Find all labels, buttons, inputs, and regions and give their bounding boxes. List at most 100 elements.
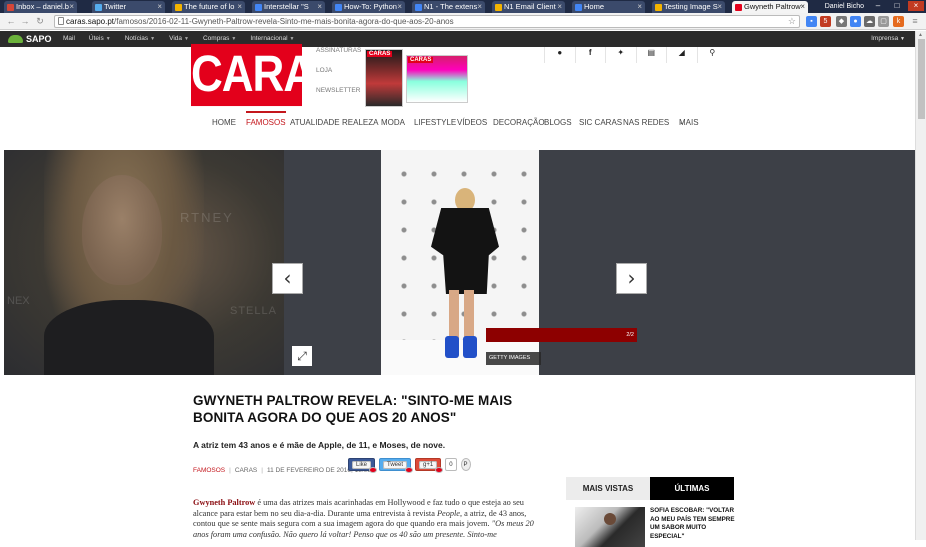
- tab-ultimas[interactable]: ÚLTIMAS: [650, 477, 734, 500]
- magazine-cover[interactable]: CARAS: [406, 55, 468, 103]
- chevron-down-icon: ▼: [289, 36, 295, 42]
- menu-icon[interactable]: ≡: [910, 16, 920, 26]
- nav-nas-redes[interactable]: NAS REDES: [623, 111, 669, 135]
- scrollbar-thumb[interactable]: [918, 39, 925, 119]
- nav-sic-caras[interactable]: SIC CARAS: [579, 111, 622, 135]
- chevron-down-icon: ▼: [105, 36, 111, 42]
- gallery-next-button[interactable]: ›: [616, 263, 647, 294]
- nav-realeza[interactable]: REALEZA: [342, 111, 378, 135]
- nav-atualidade[interactable]: ATUALIDADE: [290, 111, 340, 135]
- nav-decoracao[interactable]: DECORAÇÃO: [493, 111, 545, 135]
- scroll-up-icon[interactable]: ▲: [918, 32, 923, 38]
- extension-icon[interactable]: k: [893, 16, 904, 27]
- facebook-like-button[interactable]: Like: [348, 458, 378, 473]
- close-tab-icon[interactable]: ×: [397, 1, 402, 13]
- nav-famosos[interactable]: FAMOSOS: [246, 111, 286, 133]
- back-icon[interactable]: ←: [6, 16, 16, 26]
- caras-logo[interactable]: CARAS: [191, 43, 343, 107]
- extension-icon[interactable]: ◆: [836, 16, 847, 27]
- maximize-icon[interactable]: □: [889, 1, 905, 11]
- chevron-down-icon: ⌄: [679, 120, 685, 126]
- search-icon[interactable]: ⚲: [696, 47, 728, 63]
- browser-tab[interactable]: N1 Email Client ×: [492, 1, 565, 13]
- link-newsletter[interactable]: NEWSLETTER: [316, 87, 361, 107]
- extension-badge-icon[interactable]: 5: [820, 16, 831, 27]
- newsletter-icon[interactable]: ▤: [635, 47, 667, 63]
- forward-icon[interactable]: →: [20, 16, 30, 26]
- close-tab-icon[interactable]: ×: [157, 1, 162, 13]
- photo-gallery: RTNEY NEX STELLA ‹ › 2/2 GETTY IMAGES ⤢: [4, 150, 915, 375]
- nav-home[interactable]: HOME: [212, 111, 236, 135]
- sidebar-tabs: MAIS VISTAS ÚLTIMAS: [566, 477, 736, 500]
- browser-tab[interactable]: N1 - The extens ×: [412, 1, 485, 13]
- sidebar-item[interactable]: SOFIA ESCOBAR: "VOLTAR AO MEU PAÍS TEM S…: [575, 507, 735, 547]
- facebook-icon[interactable]: f: [574, 47, 606, 63]
- sapo-link-uteis[interactable]: Úteis ▼: [89, 31, 111, 47]
- sapo-link-mail[interactable]: Mail: [63, 31, 75, 47]
- browser-tab[interactable]: Home ×: [572, 1, 645, 13]
- tweet-button[interactable]: Tweet: [379, 458, 414, 473]
- sidebar-thumbnail[interactable]: [575, 507, 645, 547]
- page-info-icon[interactable]: [58, 17, 64, 25]
- google-plus-button[interactable]: g+1: [415, 458, 444, 473]
- expand-icon[interactable]: ⤢: [292, 346, 312, 366]
- sapo-link-noticias[interactable]: Notícias ▼: [125, 31, 155, 47]
- page-scrollbar[interactable]: ▲: [915, 31, 926, 540]
- address-bar-row: ← → ↻ caras.sapo.pt/famosos/2016-02-11-G…: [0, 13, 926, 30]
- nav-lifestyle[interactable]: LIFESTYLE: [414, 111, 456, 135]
- browser-tab[interactable]: Testing Image S ×: [652, 1, 725, 13]
- close-window-icon[interactable]: ×: [908, 1, 924, 11]
- close-tab-icon[interactable]: ×: [800, 1, 805, 13]
- close-tab-icon[interactable]: ×: [237, 1, 242, 13]
- extension-icon[interactable]: ●: [850, 16, 861, 27]
- close-tab-icon[interactable]: ×: [717, 1, 722, 13]
- twitter-icon[interactable]: ✦: [605, 47, 636, 63]
- minimize-icon[interactable]: –: [870, 1, 886, 11]
- reload-icon[interactable]: ↻: [35, 16, 45, 26]
- page-icon: [415, 4, 422, 11]
- browser-tab[interactable]: Twitter ×: [92, 1, 165, 13]
- url-input[interactable]: caras.sapo.pt/famosos/2016-02-11-Gwyneth…: [54, 15, 800, 28]
- browser-tab[interactable]: How-To: Python ×: [332, 1, 405, 13]
- page-icon: [575, 4, 582, 11]
- pinterest-icon[interactable]: P: [460, 458, 471, 471]
- nav-moda[interactable]: MODA: [381, 111, 405, 135]
- gmail-icon: [7, 4, 14, 11]
- close-tab-icon[interactable]: ×: [637, 1, 642, 13]
- link-loja[interactable]: LOJA: [316, 67, 361, 87]
- rss-icon[interactable]: ◢: [666, 47, 697, 63]
- link-assinaturas[interactable]: ASSINATURAS: [316, 47, 361, 67]
- nav-blogs[interactable]: BLOGS: [544, 111, 572, 135]
- chevron-down-icon: ▼: [231, 36, 237, 42]
- close-tab-icon[interactable]: ×: [317, 1, 322, 13]
- tab-mais-vistas[interactable]: MAIS VISTAS: [566, 477, 650, 500]
- gallery-prev-button[interactable]: ‹: [272, 263, 303, 294]
- chevron-down-icon: ▼: [184, 36, 189, 42]
- sapo-link-vida[interactable]: Vida ▼: [169, 31, 189, 47]
- close-tab-icon[interactable]: ×: [477, 1, 482, 13]
- sapo-link-imprensa[interactable]: Imprensa ▼: [871, 31, 905, 47]
- browser-tab[interactable]: The future of lo ×: [172, 1, 245, 13]
- gallery-counter: 2/2: [486, 328, 637, 342]
- sidebar-item-title[interactable]: SOFIA ESCOBAR: "VOLTAR AO MEU PAÍS TEM S…: [650, 507, 738, 541]
- user-icon[interactable]: ●: [544, 47, 575, 63]
- article-category[interactable]: FAMOSOS: [193, 467, 225, 474]
- extension-icon[interactable]: ☁: [864, 16, 875, 27]
- close-tab-icon[interactable]: ×: [557, 1, 562, 13]
- magazine-cover[interactable]: CARAS: [365, 49, 403, 107]
- share-count: 0: [445, 458, 457, 471]
- browser-tab[interactable]: Interstellar "S ×: [252, 1, 325, 13]
- page-icon: [655, 4, 662, 11]
- profile-name[interactable]: Daniel Bicho: [825, 1, 864, 12]
- close-tab-icon[interactable]: ×: [69, 1, 74, 13]
- extension-icon[interactable]: ▢: [878, 16, 889, 27]
- gallery-side-photo[interactable]: RTNEY NEX STELLA: [4, 150, 284, 375]
- sapo-logo[interactable]: SAPO: [8, 33, 52, 45]
- person-link[interactable]: Gwyneth Paltrow: [193, 498, 255, 507]
- extension-icon[interactable]: ▪: [806, 16, 817, 27]
- article-body: Gwyneth Paltrow é uma das atrizes mais a…: [193, 498, 534, 539]
- bookmark-star-icon[interactable]: ☆: [788, 16, 796, 27]
- nav-videos[interactable]: VÍDEOS: [457, 111, 487, 135]
- browser-tab[interactable]: Inbox – daniel.b ×: [4, 1, 77, 13]
- browser-tab-active[interactable]: Gwyneth Paltrow ×: [732, 1, 808, 13]
